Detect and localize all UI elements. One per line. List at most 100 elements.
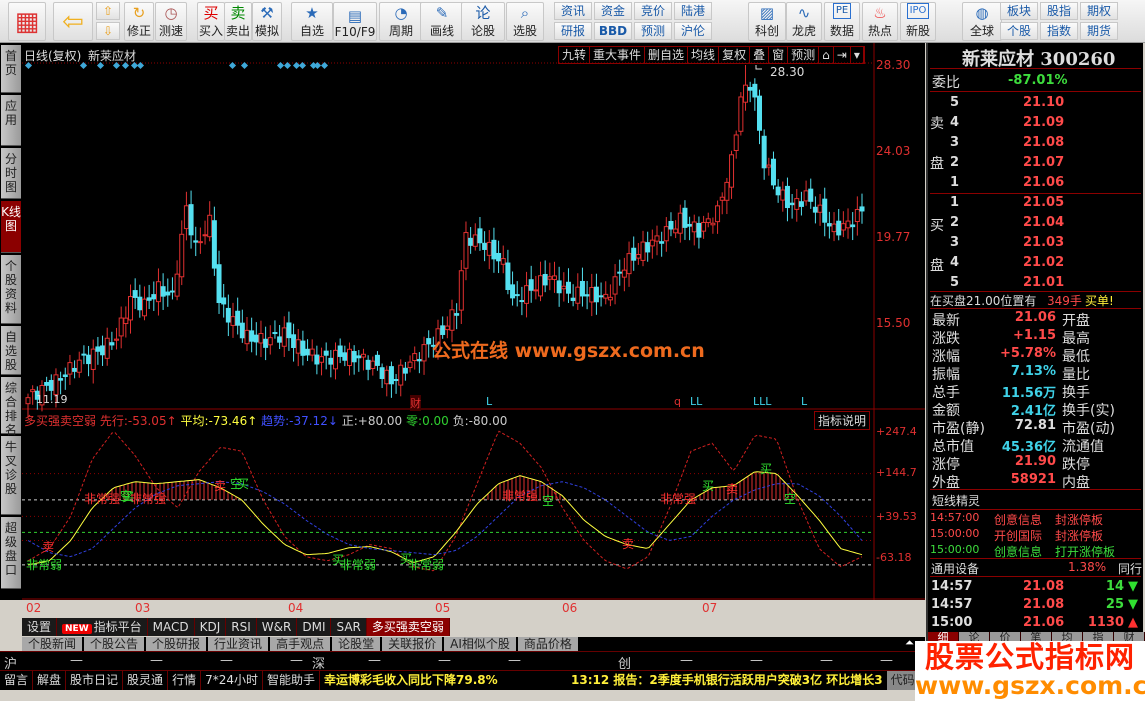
industry-tab[interactable]: 同行 [1118, 560, 1142, 577]
chart-image-button[interactable]: ▨ 科创 [748, 2, 786, 41]
small-button[interactable]: BBD [594, 22, 632, 40]
event-marker[interactable]: LL [690, 395, 702, 408]
info-tab-0[interactable]: 个股新闻 [22, 637, 83, 651]
sell-button[interactable]: 卖卖出 [224, 2, 252, 41]
event-marker[interactable]: L [801, 395, 807, 408]
info-tab-8[interactable]: 商品价格 [517, 637, 578, 651]
info-tab-3[interactable]: 行业资讯 [208, 637, 269, 651]
arrow-down-icon[interactable]: ⇩ [96, 22, 120, 40]
info-tab-7[interactable]: AI相似个股 [444, 637, 516, 651]
left-tab-7[interactable]: 牛叉诊股 [1, 436, 21, 515]
chart-button-6[interactable]: 窗 [769, 47, 789, 63]
small-button[interactable]: 资金 [594, 2, 632, 20]
ipo-button[interactable]: IPO 新股 [900, 2, 936, 41]
small-button[interactable]: 竞价 [634, 2, 672, 20]
chart-button-0[interactable]: 九转 [559, 47, 591, 63]
small-button[interactable]: 资讯 [554, 2, 592, 20]
left-tab-8[interactable]: 超级盘口 [1, 517, 21, 589]
left-tab-1[interactable]: 应用 [1, 95, 21, 146]
pencil-button[interactable]: ✎ 画线 [420, 2, 464, 41]
pin-right-icon[interactable]: ⇥ [834, 47, 851, 63]
indicator-tab-6[interactable]: DMI [297, 618, 332, 636]
magnifier-chart-button[interactable]: ⌕ 选股 [506, 2, 544, 41]
indicator-tab-7[interactable]: SAR [331, 618, 367, 636]
star-folder-button[interactable]: ★ 自选 [291, 2, 333, 41]
candle [412, 353, 418, 362]
small-button[interactable]: 股指 [1040, 2, 1078, 20]
refresh-button[interactable]: ↻ 修正 [124, 2, 154, 41]
indicator-help-button[interactable]: 指标说明 [814, 411, 871, 430]
dropdown-icon[interactable]: ▾ [851, 47, 864, 63]
left-tab-5[interactable]: 自选股 [1, 326, 21, 375]
small-button[interactable]: 期权 [1080, 2, 1118, 20]
event-marker[interactable]: LLL [753, 395, 771, 408]
left-tab-3[interactable]: K线图 [1, 201, 21, 253]
left-tab-2[interactable]: 分时图 [1, 148, 21, 199]
chart-canvas[interactable]: 非常强 非常强空买卖 买空非常弱 买非常弱 买非常弱非常强空非常强买 卖空买卖卖 [22, 43, 925, 600]
back-arrow-button[interactable]: ⇦ [53, 2, 93, 41]
gavel-button[interactable]: ⚒ 模拟 [252, 2, 282, 41]
date-tick: 07 [702, 601, 718, 615]
info-tab-6[interactable]: 关联报价 [382, 637, 443, 651]
bottom-tab-6[interactable]: 智能助手 [263, 671, 320, 690]
candle [696, 222, 702, 238]
news-ticker[interactable]: 13:12 报告：2季度手机银行活跃用户突破3亿 环比增长3 [567, 671, 887, 690]
buy-button[interactable]: 买买入 [197, 2, 225, 41]
info-tab-2[interactable]: 个股研报 [146, 637, 207, 651]
candle [374, 354, 380, 366]
indicator-tab-8[interactable]: 多买强卖空弱 [366, 618, 450, 636]
lock-icon[interactable]: ⌂ [819, 47, 834, 63]
small-button[interactable]: 期货 [1080, 22, 1118, 40]
left-tab-4[interactable]: 个股资料 [1, 255, 21, 324]
bottom-tab-1[interactable]: 解盘 [33, 671, 67, 690]
chart-button-1[interactable]: 重大事件 [590, 47, 646, 63]
bottom-tab-5[interactable]: 7*24小时 [201, 671, 263, 690]
news-ticker[interactable]: 幸运博彩毛收入同比下降79.8% [320, 671, 567, 690]
dragon-button[interactable]: ∿ 龙虎 [786, 2, 822, 41]
info-tab-5[interactable]: 论股堂 [332, 637, 381, 651]
info-tab-4[interactable]: 高手观点 [270, 637, 331, 651]
event-marker[interactable]: 财 [410, 395, 421, 411]
globe-button[interactable]: ◍ 全球 [962, 2, 1002, 41]
indicator-tab-5[interactable]: W&R [256, 618, 298, 636]
small-button[interactable]: 沪伦 [674, 22, 712, 40]
bottom-tab-0[interactable]: 留言 [0, 671, 34, 690]
small-button[interactable]: 指数 [1040, 22, 1078, 40]
discuss-button[interactable]: 论论股 [461, 2, 505, 41]
kline-chart-area[interactable]: 非常强 非常强空买卖买空非常弱买非常弱买非常弱 非常强空非常强买卖空买卖卖 日线(复… [22, 43, 925, 615]
indicator-tab-2[interactable]: MACD [147, 618, 195, 636]
event-marker[interactable]: L [486, 395, 492, 408]
event-marker[interactable]: q [674, 395, 681, 408]
document-button[interactable]: ▤ F10/F9 [333, 2, 377, 41]
bottom-tab-4[interactable]: 行情 [168, 671, 202, 690]
left-tab-6[interactable]: 综合排名 [1, 377, 21, 437]
chart-button-7[interactable]: 预测 [788, 47, 820, 63]
windows-grid-button[interactable]: ▦ [8, 2, 46, 41]
chart-button-5[interactable]: 叠 [750, 47, 770, 63]
period-clock-button[interactable]: ◔ 周期 [379, 2, 423, 41]
small-button[interactable]: 研报 [554, 22, 592, 40]
candle [458, 270, 464, 311]
indicator-tab-3[interactable]: KDJ [194, 618, 227, 636]
trade-volume: 1130 [1087, 615, 1124, 630]
pe-button[interactable]: PE 数据 [824, 2, 860, 41]
small-button[interactable]: 陆港 [674, 2, 712, 20]
chart-button-2[interactable]: 删自选 [645, 47, 689, 63]
info-tab-1[interactable]: 个股公告 [84, 637, 145, 651]
indicator-tab-1[interactable]: NEW 指标平台 [57, 618, 148, 636]
arrow-up-icon[interactable]: ⇧ [96, 2, 120, 20]
small-button[interactable]: 个股 [1000, 22, 1038, 40]
hot-fire-button[interactable]: ♨ 热点 [862, 2, 898, 41]
indicator-tab-4[interactable]: RSI [226, 618, 257, 636]
bottom-tab-2[interactable]: 股市日记 [66, 671, 124, 690]
small-button[interactable]: 板块 [1000, 2, 1038, 20]
code-input[interactable]: 代码 [886, 671, 919, 690]
chart-button-3[interactable]: 均线 [688, 47, 720, 63]
small-button[interactable]: 预测 [634, 22, 672, 40]
indicator-tab-0[interactable]: 设置 [22, 618, 58, 636]
collapse-up-icon[interactable]: ⏶ [905, 636, 914, 650]
left-tab-0[interactable]: 首页 [1, 45, 21, 93]
clock-button[interactable]: ◷ 测速 [155, 2, 187, 41]
chart-button-4[interactable]: 复权 [719, 47, 751, 63]
bottom-tab-3[interactable]: 股灵通 [123, 671, 169, 690]
